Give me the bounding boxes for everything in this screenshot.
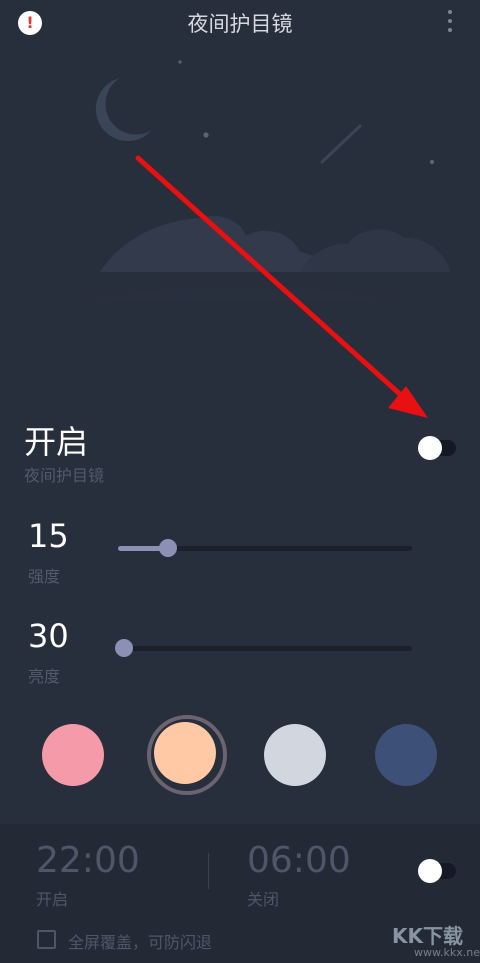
moon-icon — [95, 78, 152, 142]
enable-label: 开启 — [24, 423, 89, 461]
enable-sublabel: 夜间护目镜 — [24, 466, 105, 485]
brightness-slider[interactable] — [114, 639, 412, 657]
color-swatch-gray[interactable] — [264, 724, 326, 786]
color-swatch-pink[interactable] — [42, 724, 104, 786]
intensity-slider[interactable] — [118, 539, 412, 557]
fullscreen-label: 全屏覆盖，可防闪退 — [68, 933, 213, 952]
color-swatch-navy[interactable] — [375, 724, 437, 786]
star — [429, 159, 435, 165]
brightness-label: 亮度 — [28, 667, 61, 686]
fullscreen-checkbox[interactable] — [37, 930, 56, 949]
page-title: 夜间护目镜 — [187, 12, 293, 36]
watermark-logo: KK下载 — [392, 924, 463, 948]
divider — [208, 853, 209, 889]
enable-night-filter-toggle[interactable] — [418, 436, 456, 460]
intensity-value: 15 — [28, 517, 69, 555]
star — [178, 60, 182, 64]
toggle-knob — [418, 859, 442, 883]
night-filter-app: 夜间护目镜 开启 夜间护目镜 15 强度 30 亮度 — [0, 0, 480, 963]
start-time[interactable]: 22:00 — [36, 840, 140, 881]
end-time[interactable]: 06:00 — [247, 840, 351, 881]
color-swatch-peach[interactable] — [154, 722, 216, 784]
toggle-knob — [418, 436, 442, 460]
intensity-label: 强度 — [28, 567, 61, 586]
intensity-slider-thumb[interactable] — [158, 539, 177, 557]
schedule-toggle[interactable] — [418, 859, 456, 883]
brightness-value: 30 — [28, 617, 69, 655]
star — [203, 132, 209, 138]
night-sky-illustration — [0, 60, 480, 300]
shooting-star — [320, 124, 362, 164]
end-time-label: 关闭 — [247, 890, 280, 909]
brightness-slider-thumb[interactable] — [114, 639, 133, 657]
watermark-url: www.kkx.net — [414, 946, 480, 959]
start-time-label: 开启 — [36, 890, 69, 909]
more-menu-icon[interactable] — [446, 10, 454, 38]
